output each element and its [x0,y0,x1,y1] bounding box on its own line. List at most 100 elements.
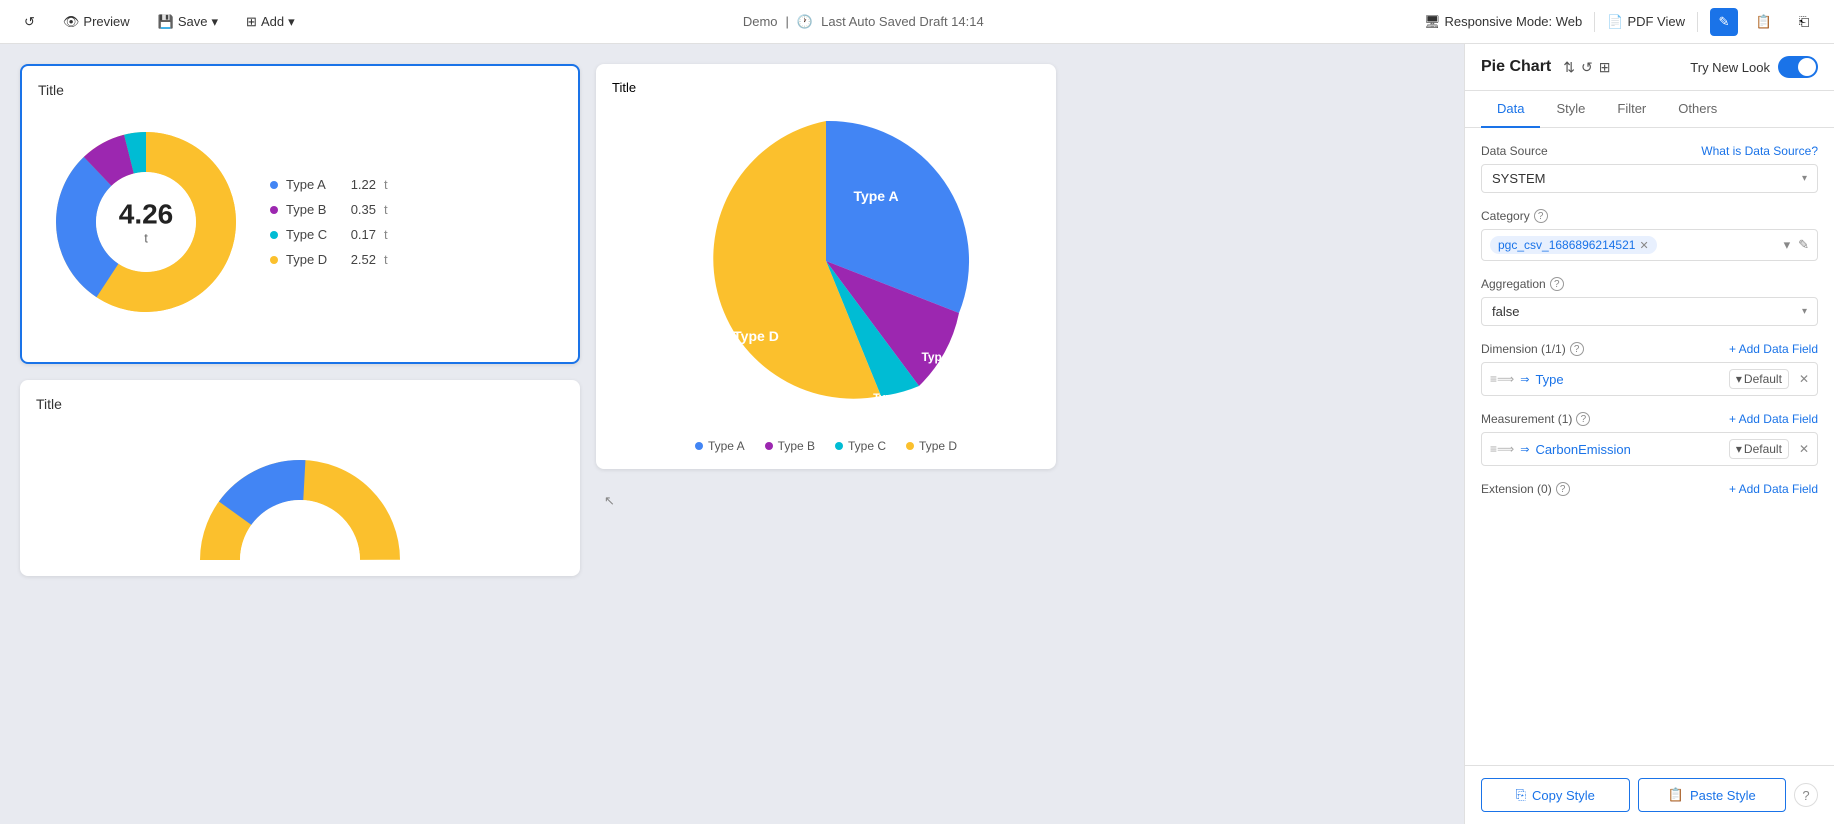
donut-chart-card[interactable]: Title [20,64,580,364]
category-tag-value: pgc_csv_1686896214521 [1498,238,1635,252]
extension-section: Extension (0) ? + Add Data Field [1481,482,1818,496]
save-button[interactable]: 💾 Save ▾ [150,10,226,34]
category-tag-remove[interactable]: ✕ [1639,239,1648,252]
data-source-select[interactable]: SYSTEM ▾ [1481,164,1818,193]
dimension-field-row: ≡⟹ ⇒ Type ▾ Default ✕ [1481,362,1818,396]
toolbar-right: 🖥 Responsive Mode: Web 📄 PDF View ✎ 📋 ⎗ [1424,8,1818,36]
help-icon[interactable]: ? [1794,783,1818,807]
pie-chart-card[interactable]: Title [596,64,1056,469]
svg-text:Type D: Type D [733,328,779,344]
bottom-left-card: Title [20,380,580,576]
aggregation-info-icon[interactable]: ? [1550,277,1564,291]
measurement-section: Measurement (1) ? + Add Data Field ≡⟹ ⇒ … [1481,412,1818,466]
undo-button[interactable]: ↺ [16,10,43,34]
dimension-default-chevron: ▾ [1736,372,1742,386]
measurement-field-name: CarbonEmission [1535,442,1722,457]
extension-add-field-btn[interactable]: + Add Data Field [1729,482,1818,496]
category-tag-box[interactable]: pgc_csv_1686896214521 ✕ ▾ ✎ [1481,229,1818,261]
copy-icon: ⎘ [1516,787,1526,803]
add-button[interactable]: ⊞ Add ▾ [238,10,303,34]
center-unit: t [119,231,174,246]
monitor-icon: 🖥 [1424,14,1441,30]
category-info-icon[interactable]: ? [1534,209,1548,223]
divider [1594,12,1595,32]
aggregation-value: false [1492,304,1519,319]
measurement-remove-icon[interactable]: ✕ [1799,442,1809,456]
pie-dot-c [835,442,843,450]
donut-chart: 4.26 t [46,122,246,322]
tab-filter[interactable]: Filter [1601,91,1662,128]
measurement-label: Measurement (1) [1481,412,1572,426]
main-area: Title [0,44,1834,824]
pdf-label: PDF View [1627,14,1685,29]
legend-item-a: Type A 1.22 t [270,177,388,192]
legend-dot-b [270,206,278,214]
toolbar-center: Demo | 🕐 Last Auto Saved Draft 14:14 [319,14,1408,30]
dimension-default-tag[interactable]: ▾ Default [1729,369,1789,389]
doc-name: Demo [743,14,778,29]
mode-label: Responsive Mode: Web [1444,14,1582,29]
undo-icon: ↺ [24,14,35,30]
separator: | [786,14,789,29]
paste-style-button[interactable]: 📋 Paste Style [1638,778,1787,812]
try-new-look-toggle[interactable] [1778,56,1818,78]
legend-item-b: Type B 0.35 t [270,202,388,217]
pie-legend-d: Type D [906,439,957,453]
code-icon-button[interactable]: 📋 [1750,8,1778,36]
pie-chart-container: Type A Type B Type C Type D [612,95,1040,427]
left-column: Title [20,64,580,804]
dimension-header: Dimension (1/1) ? + Add Data Field [1481,342,1818,356]
dimension-default-label: Default [1744,372,1782,386]
aggregation-select[interactable]: false ▾ [1481,297,1818,326]
tab-style[interactable]: Style [1540,91,1601,128]
category-label-row: Category ? [1481,209,1818,223]
toolbar: ↺ 👁 Preview 💾 Save ▾ ⊞ Add ▾ Demo | 🕐 La… [0,0,1834,44]
dimension-add-field-btn[interactable]: + Add Data Field [1729,342,1818,356]
dimension-drag-icon: ≡⟹ [1490,372,1514,386]
measurement-default-tag[interactable]: ▾ Default [1729,439,1789,459]
pie-label-d: Type D [919,439,957,453]
measurement-drag-icon: ≡⟹ [1490,442,1514,456]
paste-style-label: Paste Style [1690,788,1756,803]
pie-dot-b [765,442,773,450]
donut-legend: Type A 1.22 t Type B 0.35 t Type C [270,177,388,267]
share-icon-button[interactable]: ⎗ [1790,8,1818,36]
copy-style-button[interactable]: ⎘ Copy Style [1481,778,1630,812]
save-icon: 💾 [158,14,174,30]
panel-settings-icon[interactable]: ⇅ [1563,59,1575,76]
dimension-remove-icon[interactable]: ✕ [1799,372,1809,386]
responsive-mode-button[interactable]: 🖥 Responsive Mode: Web [1424,14,1582,30]
add-dropdown-icon: ▾ [288,14,295,30]
category-dropdown-icon[interactable]: ▾ [1784,237,1791,253]
chevron-down-icon: ▾ [1802,173,1807,184]
panel-refresh-icon[interactable]: ↺ [1581,59,1593,76]
tab-data[interactable]: Data [1481,91,1540,128]
dimension-info-icon[interactable]: ? [1570,342,1584,356]
cursor-area: ↖ [596,485,1056,517]
measurement-default-label: Default [1744,442,1782,456]
legend-dot-a [270,181,278,189]
category-tag: pgc_csv_1686896214521 ✕ [1490,236,1657,254]
pdf-view-button[interactable]: 📄 PDF View [1607,14,1685,30]
canvas-icon-button[interactable]: ✎ [1710,8,1738,36]
panel-grid-icon[interactable]: ⊞ [1599,59,1611,76]
legend-value-b: 0.35 [344,202,376,217]
preview-button[interactable]: 👁 Preview [55,10,138,34]
what-is-data-source-link[interactable]: What is Data Source? [1701,144,1818,158]
bottom-chart-preview [36,420,564,560]
measurement-add-field-btn[interactable]: + Add Data Field [1729,412,1818,426]
extension-label: Extension (0) [1481,482,1552,496]
panel-footer: ⎘ Copy Style 📋 Paste Style ? [1465,765,1834,824]
try-new-look-label: Try New Look [1690,60,1770,75]
svg-text:Type A: Type A [853,188,898,204]
save-dropdown-icon: ▾ [212,14,219,30]
cursor-icon: ↖ [604,493,615,508]
pie-legend: Type A Type B Type C Type D [612,439,1040,453]
extension-info-icon[interactable]: ? [1556,482,1570,496]
tab-others[interactable]: Others [1662,91,1733,128]
category-edit-icon[interactable]: ✎ [1798,237,1809,253]
measurement-info-icon[interactable]: ? [1576,412,1590,426]
clock-icon: 🕐 [797,14,813,30]
canvas-area: Title [0,44,1464,824]
pie-svg: Type A Type B Type C Type D [676,111,976,411]
